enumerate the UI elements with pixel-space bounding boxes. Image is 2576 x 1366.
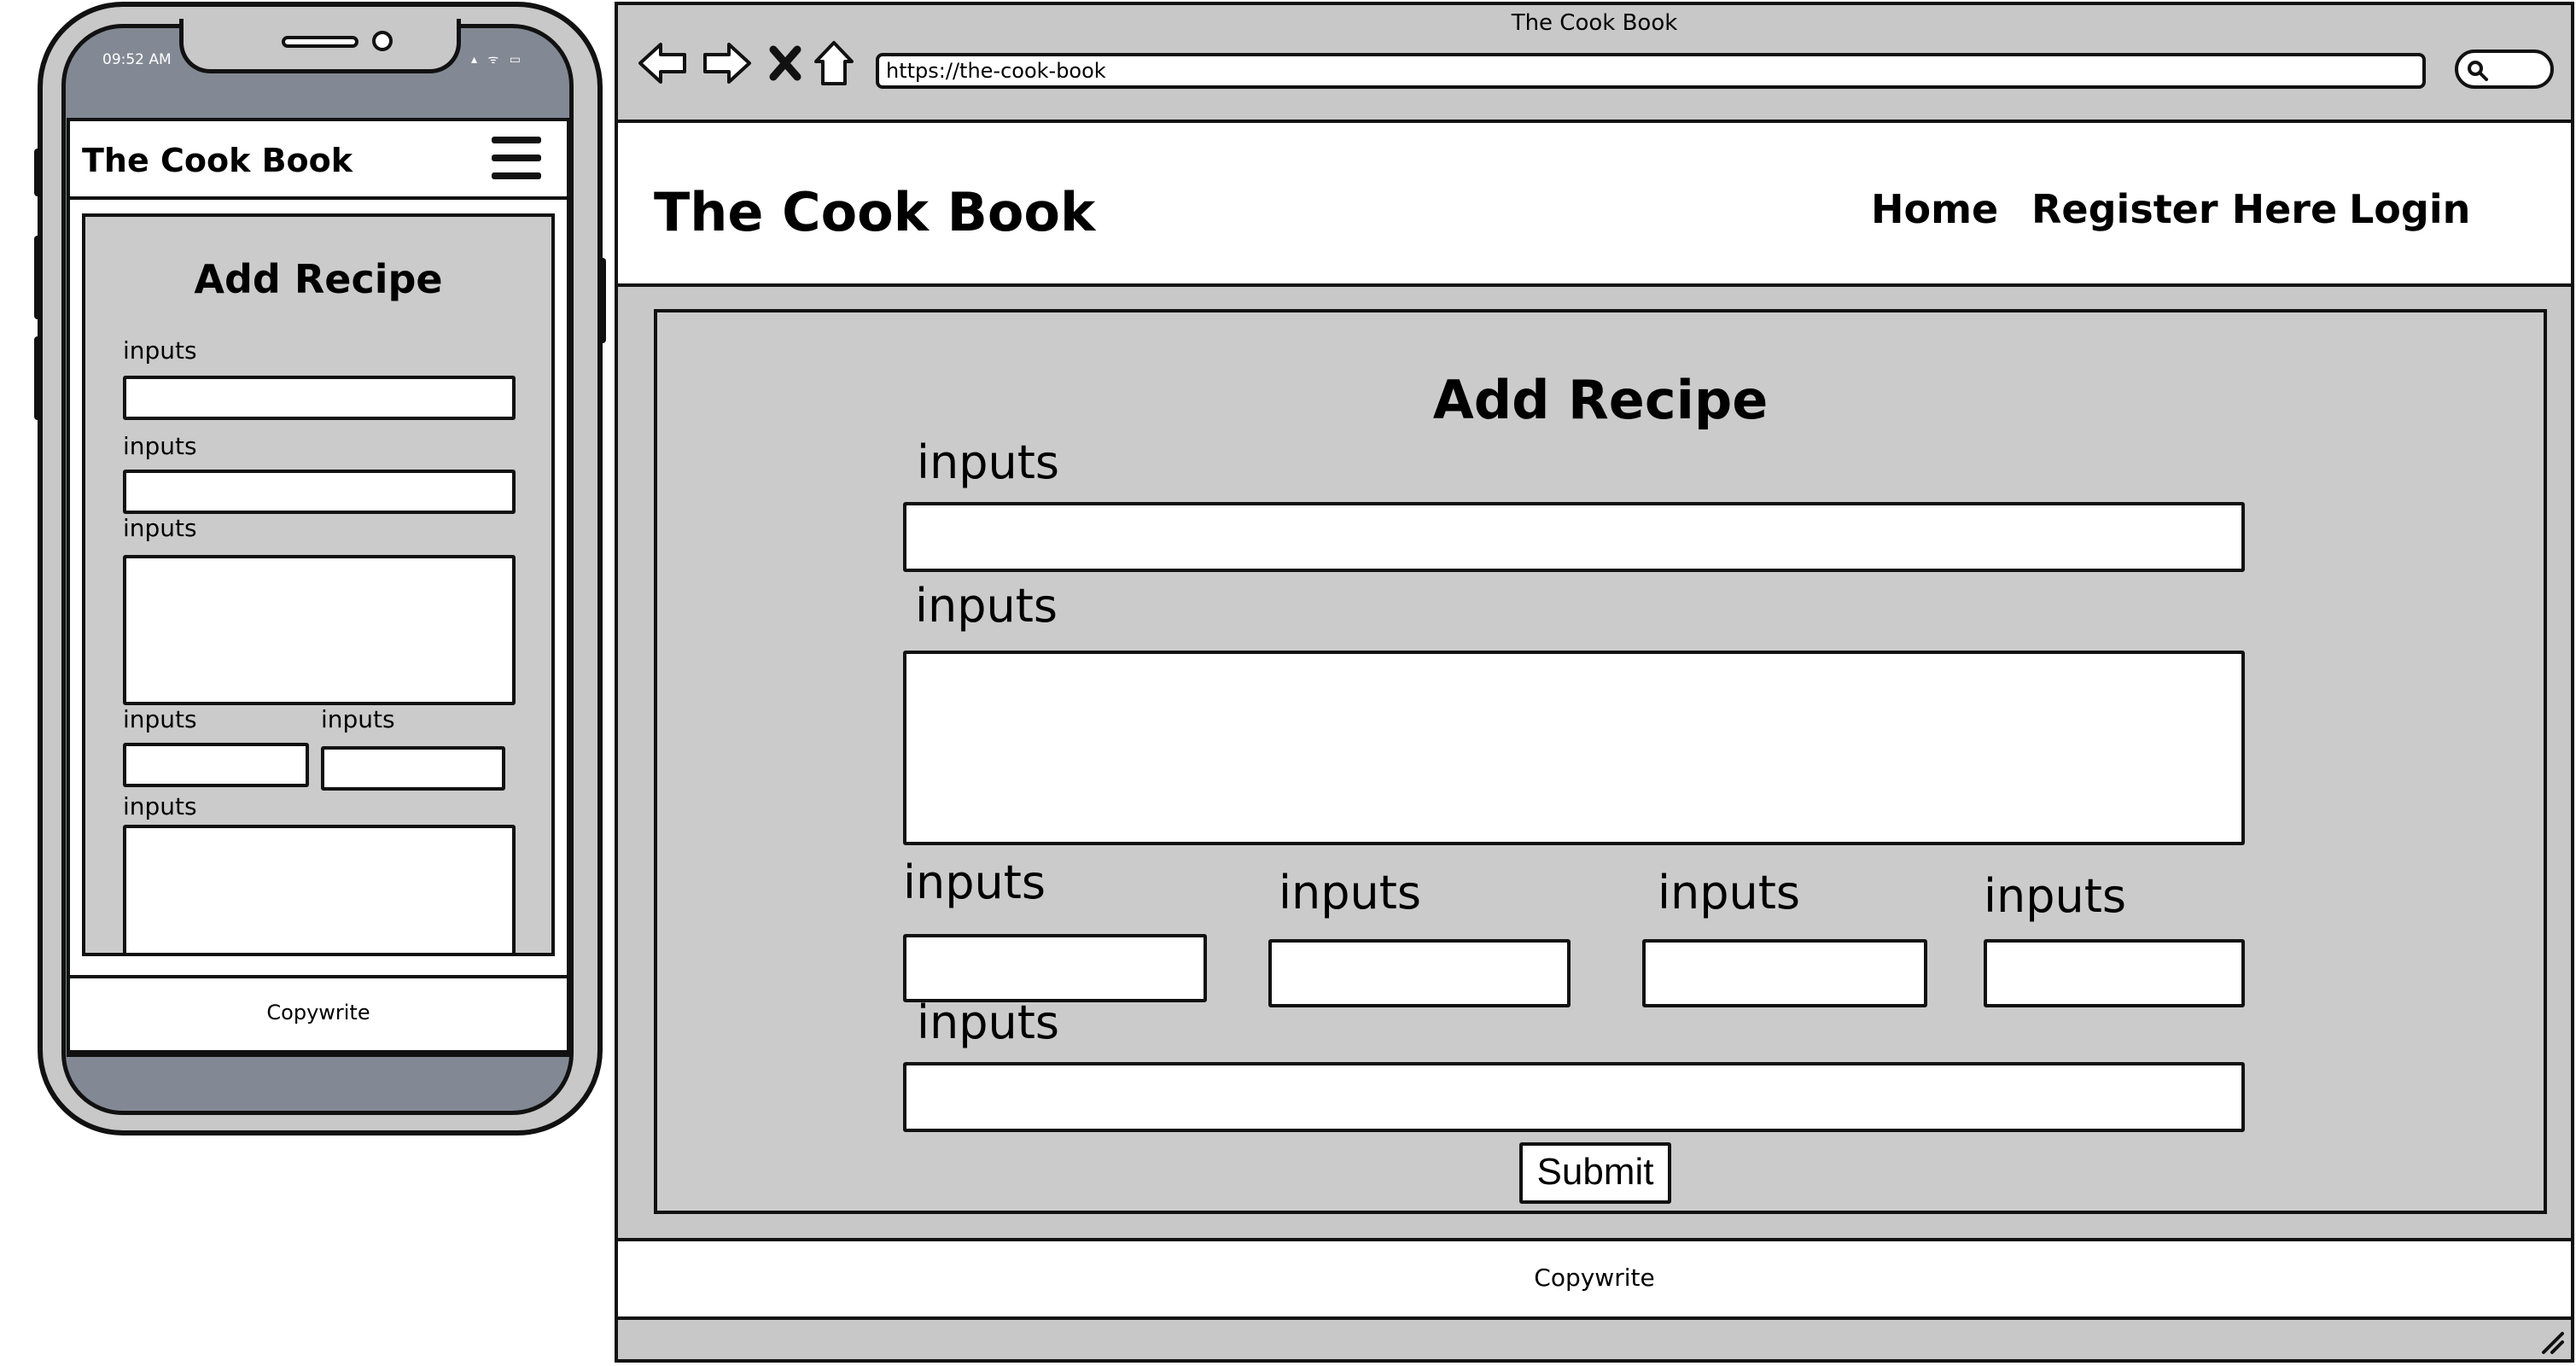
search-icon bbox=[2468, 61, 2488, 81]
field-label: inputs bbox=[1658, 866, 1801, 919]
phone-field-label: inputs bbox=[321, 705, 395, 733]
hamburger-menu-icon[interactable] bbox=[492, 137, 541, 181]
phone-form-title: Add Recipe bbox=[194, 256, 443, 302]
recipe-extra-input[interactable] bbox=[903, 1062, 2245, 1132]
phone-field-label: inputs bbox=[123, 705, 197, 733]
form-title: Add Recipe bbox=[1432, 369, 1769, 431]
nav-link-register[interactable]: Register Here bbox=[2031, 186, 2337, 232]
phone-textarea-field[interactable] bbox=[123, 825, 516, 956]
url-bar[interactable]: https://the-cook-book bbox=[876, 53, 2426, 89]
recipe-detail-input[interactable] bbox=[1268, 939, 1571, 1007]
footer-copyright: Copywrite bbox=[1534, 1264, 1655, 1292]
phone-volume-down-button bbox=[34, 336, 41, 420]
phone-footer-copyright: Copywrite bbox=[266, 1001, 370, 1024]
phone-input-field[interactable] bbox=[321, 746, 505, 791]
recipe-name-input[interactable] bbox=[903, 502, 2245, 572]
phone-input-field[interactable] bbox=[123, 470, 516, 514]
forward-arrow-icon[interactable] bbox=[700, 38, 753, 89]
phone-power-button bbox=[599, 258, 606, 343]
back-arrow-icon[interactable] bbox=[637, 38, 690, 89]
field-label: inputs bbox=[1984, 869, 2127, 923]
site-brand-title[interactable]: The Cook Book bbox=[654, 181, 1095, 243]
submit-button[interactable]: Submit bbox=[1519, 1142, 1671, 1204]
phone-camera bbox=[372, 31, 393, 51]
nav-link-login[interactable]: Login bbox=[2349, 186, 2470, 232]
phone-field-label: inputs bbox=[123, 792, 197, 820]
phone-mute-switch bbox=[34, 149, 41, 196]
recipe-description-textarea[interactable] bbox=[903, 651, 2245, 845]
status-time: 09:52 AM bbox=[102, 51, 172, 68]
field-label: inputs bbox=[915, 579, 1058, 633]
browser-search-box[interactable] bbox=[2455, 50, 2554, 89]
phone-input-field[interactable] bbox=[123, 743, 309, 787]
field-label: inputs bbox=[903, 855, 1046, 909]
phone-brand-title[interactable]: The Cook Book bbox=[82, 142, 353, 179]
status-icons: ▴ ᯤ ▭ bbox=[471, 53, 524, 67]
phone-speaker bbox=[282, 36, 358, 48]
phone-textarea-field[interactable] bbox=[123, 555, 516, 705]
phone-input-field[interactable] bbox=[123, 376, 516, 420]
recipe-detail-input[interactable] bbox=[903, 934, 1207, 1002]
phone-field-label: inputs bbox=[123, 432, 197, 460]
field-label: inputs bbox=[1279, 866, 1422, 919]
nav-link-home[interactable]: Home bbox=[1871, 186, 1998, 232]
recipe-detail-input[interactable] bbox=[1984, 939, 2245, 1007]
window-title: The Cook Book bbox=[1511, 10, 1678, 36]
recipe-detail-input[interactable] bbox=[1642, 939, 1927, 1007]
phone-field-label: inputs bbox=[123, 514, 197, 542]
resize-grip-icon[interactable] bbox=[2538, 1328, 2566, 1356]
phone-volume-up-button bbox=[34, 236, 41, 319]
field-label: inputs bbox=[917, 995, 1060, 1049]
close-x-icon[interactable] bbox=[765, 38, 806, 89]
field-label: inputs bbox=[917, 435, 1060, 489]
home-icon[interactable] bbox=[811, 38, 857, 89]
phone-field-label: inputs bbox=[123, 336, 197, 365]
